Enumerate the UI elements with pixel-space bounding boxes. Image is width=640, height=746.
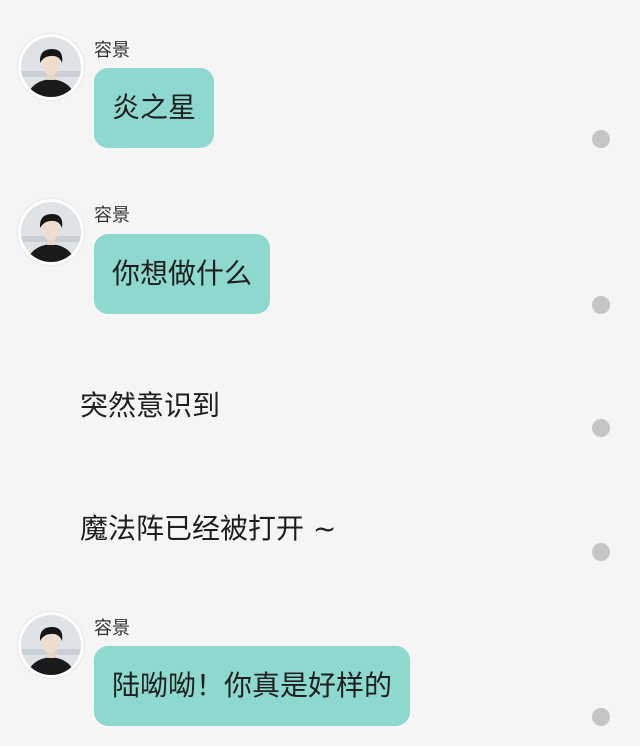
sender-name: 容景 [94,205,130,226]
narration-text: 魔法阵已经被打开 ~ [80,512,337,545]
avatar[interactable] [18,34,84,100]
status-dot-icon[interactable] [592,708,610,726]
sender-name: 容景 [94,40,130,61]
status-dot-icon[interactable] [592,419,610,437]
message-bubble[interactable]: 陆呦呦！你真是好样的 [94,646,411,726]
avatar[interactable] [18,199,84,265]
chat-thread: 容景 炎之星 容景 你想做什么 突然意识到 魔法阵已经被打开 ~ 容景 陆呦呦！… [0,0,640,746]
sender-name: 容景 [94,618,130,639]
avatar-icon [21,202,81,262]
message-bubble[interactable]: 你想做什么 [94,234,271,314]
status-dot-icon[interactable] [592,296,610,314]
avatar-icon [21,37,81,97]
message-bubble[interactable]: 炎之星 [94,68,215,148]
status-dot-icon[interactable] [592,543,610,561]
status-dot-icon[interactable] [592,130,610,148]
narration-text: 突然意识到 [80,389,221,422]
avatar-icon [21,615,81,675]
avatar[interactable] [18,612,84,678]
